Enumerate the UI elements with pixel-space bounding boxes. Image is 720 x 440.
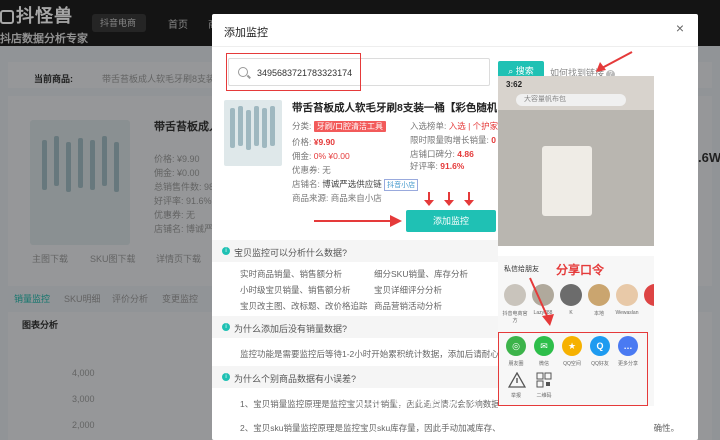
feature-item: 小时级宝贝销量、销售额分析: [240, 285, 351, 295]
product-limit-sales: 限时限量购增长销量: 0: [410, 134, 496, 146]
limit-value: 0: [491, 135, 496, 145]
limit-label: 限时限量购增长销量:: [410, 135, 489, 145]
contact-name: Wewaslan: [615, 310, 639, 316]
private-message-label: 私信给朋友: [504, 266, 539, 273]
source-label: 商品来源:: [292, 193, 329, 203]
tote-bag-image: [542, 146, 592, 216]
annotation-arrow-down-2-icon: [444, 192, 454, 206]
product-price: 价格: ¥9.90: [292, 136, 335, 148]
share-token-annotation: 分享口令: [556, 263, 605, 277]
faq-icon: i: [222, 247, 230, 255]
contact-name: 本地: [593, 311, 604, 317]
feature-item: 实时商品销量、销售额分析: [240, 269, 343, 279]
faq-nodata-header[interactable]: i 为什么添加后没有销量数据?: [212, 316, 502, 338]
commission-value: 0% ¥0.00: [313, 151, 350, 161]
shop-value[interactable]: 博诚严选供应链: [322, 179, 382, 189]
highlight-box-search: [226, 53, 361, 91]
faq-nodata-answer: 监控功能是需要监控后等待1-2小时开始累积统计数据，添加后请耐心稍等!: [240, 349, 519, 359]
annotation-arrow-left: [314, 220, 394, 222]
add-monitor-button[interactable]: 添加监控: [406, 210, 496, 232]
price-label: 价格:: [292, 137, 312, 147]
phone-time: 3:62: [506, 80, 523, 89]
contact-avatar[interactable]: [504, 284, 526, 306]
rating-label: 好评率:: [410, 161, 438, 171]
feature-item: 商品营销活动分析: [374, 301, 443, 311]
faq-error-header[interactable]: i 为什么个别商品数据有小误差?: [212, 366, 502, 388]
product-source: 商品来源: 商品来自小店: [292, 192, 382, 204]
product-coupon: 优惠券: 无: [292, 164, 331, 176]
product-shop: 店铺名: 博诚严选供应链 抖音小店: [292, 178, 419, 191]
dialog-divider: [212, 46, 698, 47]
annotation-arrow-howto-icon: [596, 51, 633, 72]
faq-icon: i: [222, 373, 230, 381]
coupon-value: 无: [322, 165, 331, 175]
rank-label: 入选榜单:: [410, 121, 447, 131]
feature-item: 宝贝改主图、改标题、改价格追踪: [240, 301, 368, 311]
phone-video-area: 3:62 大容量帆布包: [498, 76, 654, 246]
feature-item: 宝贝详细评分分析: [374, 285, 443, 295]
faq-analysis-title: 宝贝监控可以分析什么数据?: [234, 248, 348, 258]
contact-name: K: [569, 310, 573, 316]
product-thumbnail: [224, 100, 282, 166]
shop-tag: 抖音小店: [384, 179, 419, 191]
contact-name: 抖音电商官方: [502, 311, 528, 324]
annotation-arrowhead-right-icon: [390, 215, 402, 227]
phone-screenshot: 3:62 大容量帆布包 私信给朋友 分享口令 抖音电商官方 Lazy888 K …: [498, 76, 654, 440]
search-button-label: 搜索: [515, 66, 534, 76]
product-name[interactable]: 带舌苔板成人软毛牙刷8支装一桶【彩色随机发】: [292, 100, 497, 115]
annotation-arrow-down-3-icon: [464, 192, 474, 206]
product-commission: 佣金: 0% ¥0.00: [292, 150, 350, 162]
annotation-arrow-down-1-icon: [424, 192, 434, 206]
faq-error-title: 为什么个别商品数据有小误差?: [234, 374, 357, 384]
coupon-label: 优惠券:: [292, 165, 320, 175]
shop-label: 店铺名:: [292, 179, 320, 189]
contact-avatar[interactable]: [588, 284, 610, 306]
watermark-text: 知乎 @抖店安然: [354, 392, 479, 409]
contact-avatar[interactable]: [616, 284, 638, 306]
close-icon[interactable]: ×: [676, 20, 684, 36]
annotation-arrow-share-icon: [529, 277, 554, 326]
contact-avatar[interactable]: [644, 284, 654, 306]
product-rank: 入选榜单: 入选 | 个护家清: [410, 120, 507, 132]
faq-nodata-title: 为什么添加后没有销量数据?: [234, 324, 348, 334]
price-value: ¥9.90: [313, 137, 336, 147]
highlight-box-share: [498, 332, 648, 406]
faq-analysis-header[interactable]: i 宝贝监控可以分析什么数据?: [212, 240, 502, 262]
dialog-title: 添加监控: [224, 27, 268, 39]
phone-search-bar[interactable]: 大容量帆布包: [516, 94, 626, 106]
commission-label: 佣金:: [292, 151, 312, 161]
source-value: 商品来自小店: [330, 193, 382, 203]
product-category: 分类: 牙刷/口腔清洁工具: [292, 120, 386, 132]
category-label: 分类:: [292, 121, 312, 131]
product-shop-score: 店铺口碑分: 4.86: [410, 148, 474, 160]
add-monitor-dialog: 添加监控 × ⌕ 搜索 如何找到链接? 带舌苔板成人软毛牙刷8支装一桶【彩色随机…: [212, 14, 698, 440]
product-rating: 好评率: 91.6%: [410, 160, 464, 172]
faq-icon: i: [222, 323, 230, 331]
feature-item: 细分SKU销量、库存分析: [374, 269, 468, 279]
contact-avatar[interactable]: [560, 284, 582, 306]
rating-value: 91.6%: [440, 161, 465, 171]
category-tag: 牙刷/口腔清洁工具: [313, 121, 386, 132]
shop-score-label: 店铺口碑分:: [410, 149, 455, 159]
shop-score-value: 4.86: [457, 149, 474, 159]
